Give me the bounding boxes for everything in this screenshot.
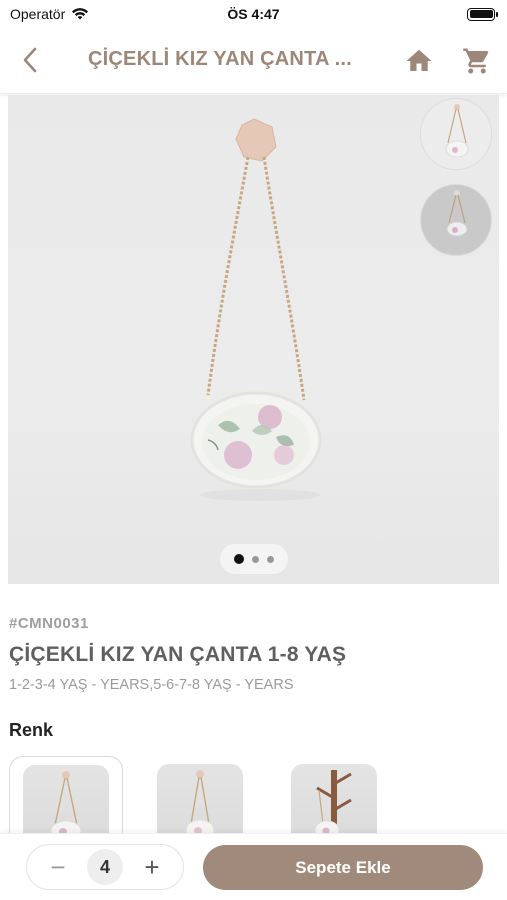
product-name: ÇİÇEKLİ KIZ YAN ÇANTA 1-8 YAŞ	[9, 643, 347, 666]
page-dot-2[interactable]	[252, 555, 259, 563]
chevron-left-icon	[23, 47, 37, 73]
cart-button[interactable]	[462, 46, 492, 76]
thumbnail-2[interactable]	[420, 184, 492, 256]
product-detail-screen: Operatör ÖS 4:47 ÇİÇEKLİ KIZ YAN ÇANTA .…	[0, 0, 507, 900]
page-dot-3[interactable]	[267, 555, 274, 563]
home-icon	[406, 49, 432, 71]
color-variant-3[interactable]	[277, 756, 391, 836]
variant-image	[157, 764, 243, 836]
color-variant-list	[9, 756, 507, 836]
increase-quantity-button[interactable]: +	[141, 854, 163, 880]
variant-image	[291, 764, 377, 836]
bottom-action-bar: − 4 + Sepete Ekle	[0, 833, 507, 900]
status-bar: Operatör ÖS 4:47	[0, 0, 507, 28]
quantity-stepper: − 4 +	[26, 844, 184, 890]
battery-icon	[467, 7, 498, 21]
page-dot-1[interactable]	[234, 554, 244, 564]
thumbnail-strip	[420, 98, 492, 256]
page-title: ÇİÇEKLİ KIZ YAN ÇANTA ...	[88, 48, 352, 70]
thumbnail-1[interactable]	[420, 98, 492, 170]
thumbnail-image	[421, 99, 491, 169]
product-sku: #CMN0031	[9, 615, 89, 632]
cart-icon	[463, 48, 489, 74]
decrease-quantity-button[interactable]: −	[47, 854, 69, 880]
product-sizes: 1-2-3-4 YAŞ - YEARS,5-6-7-8 YAŞ - YEARS	[9, 677, 294, 693]
thumbnail-image	[421, 185, 491, 255]
color-variant-1[interactable]	[9, 756, 123, 836]
variant-image	[23, 765, 109, 836]
navigation-bar: ÇİÇEKLİ KIZ YAN ÇANTA ...	[0, 28, 507, 94]
quantity-value: 4	[87, 849, 123, 885]
page-indicator[interactable]	[220, 544, 288, 574]
color-section-label: Renk	[9, 720, 54, 740]
clock: ÖS 4:47	[227, 6, 280, 22]
add-to-cart-button[interactable]: Sepete Ekle	[203, 845, 483, 890]
color-variant-2[interactable]	[143, 756, 257, 836]
home-button[interactable]	[404, 46, 434, 76]
back-button[interactable]	[16, 44, 44, 76]
